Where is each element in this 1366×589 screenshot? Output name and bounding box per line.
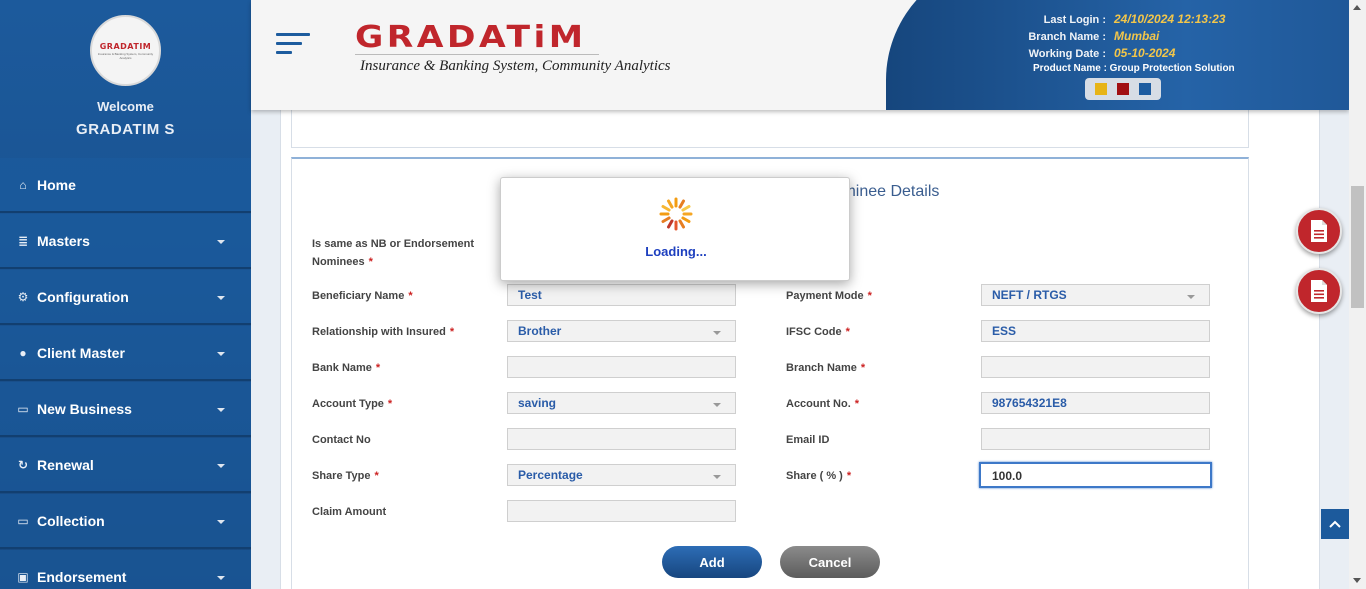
briefcase-icon: ▣ (17, 569, 29, 584)
previous-section-card (291, 110, 1249, 148)
branch-name-input[interactable] (981, 356, 1210, 378)
brand-tagline: Insurance & Banking System, Community An… (360, 58, 671, 74)
sidebar-item-label: New Business (37, 400, 132, 417)
sidebar-item-label: Masters (37, 232, 90, 249)
sidebar-item-endorsement[interactable]: ▣ Endorsement (0, 550, 251, 589)
avatar-tagline: Insurance & Banking System, Community An… (97, 51, 154, 60)
beneficiary-name-input[interactable]: Test (507, 284, 736, 306)
session-info-panel: Last Login :24/10/2024 12:13:23 Branch N… (886, 0, 1349, 110)
same-as-label-line2: Nominees * (312, 256, 373, 268)
chevron-up-icon (1329, 520, 1341, 528)
theme-blue-swatch[interactable] (1139, 83, 1151, 95)
refresh-icon: ↻ (17, 457, 29, 472)
spinner-icon (659, 197, 693, 231)
theme-switcher (1085, 78, 1161, 100)
scrollbar-thumb[interactable] (1351, 186, 1364, 308)
desktop-icon: ▭ (17, 513, 29, 528)
sidebar-item-masters[interactable]: ≣ Masters (0, 214, 251, 269)
sidebar: GRADATIM Insurance & Banking System, Com… (0, 0, 251, 589)
relationship-label: Relationship with Insured * (312, 326, 455, 338)
database-icon: ≣ (17, 233, 29, 248)
home-icon: ⌂ (19, 177, 27, 192)
document-icon[interactable] (1296, 208, 1342, 254)
account-no-label: Account No. * (786, 398, 860, 410)
top-header: GRADATiM Insurance & Banking System, Com… (251, 0, 1349, 110)
working-date-value: 05-10-2024 (1114, 46, 1176, 60)
sidebar-item-label: Configuration (37, 288, 129, 305)
loading-text: Loading... (645, 244, 707, 259)
page-scrollbar[interactable] (1349, 0, 1366, 589)
claim-amount-label: Claim Amount (312, 506, 387, 518)
brand-logo: GRADATiM (355, 20, 587, 55)
working-date-row: Working Date :05-10-2024 (1028, 46, 1176, 60)
bank-name-input[interactable] (507, 356, 736, 378)
same-as-label: Is same as NB or Endorsement (312, 238, 475, 250)
cogs-icon: ⚙ (17, 289, 29, 304)
loading-dialog: Loading... (500, 177, 850, 281)
sidebar-item-renewal[interactable]: ↻ Renewal (0, 438, 251, 493)
payment-mode-select[interactable]: NEFT / RTGS (981, 284, 1210, 306)
sidebar-item-label: Home (37, 176, 76, 193)
email-label: Email ID (786, 434, 830, 446)
contact-no-label: Contact No (312, 434, 371, 446)
sidebar-item-label: Renewal (37, 456, 94, 473)
avatar: GRADATIM Insurance & Banking System, Com… (90, 15, 161, 86)
theme-yellow-swatch[interactable] (1095, 83, 1107, 95)
user-icon: ● (19, 345, 27, 360)
caret-down-icon (217, 352, 225, 356)
welcome-text: Welcome (97, 99, 154, 114)
account-type-select[interactable]: saving (507, 392, 736, 414)
claim-amount-input[interactable] (507, 500, 736, 522)
profile-panel: GRADATIM Insurance & Banking System, Com… (0, 0, 251, 158)
sidebar-item-label: Endorsement (37, 568, 127, 585)
sidebar-item-client-master[interactable]: ● Client Master (0, 326, 251, 381)
contact-no-input[interactable] (507, 428, 736, 450)
beneficiary-name-label: Beneficiary Name * (312, 290, 413, 302)
scroll-to-top-button[interactable] (1321, 509, 1349, 539)
document-icon[interactable] (1296, 268, 1342, 314)
scroll-up-arrow[interactable] (1353, 5, 1361, 10)
sidebar-item-new-business[interactable]: ▭ New Business (0, 382, 251, 437)
avatar-brand: GRADATIM (99, 41, 152, 51)
share-pct-input[interactable]: 100.0 (979, 462, 1212, 488)
branch-value: Mumbai (1114, 29, 1160, 43)
caret-down-icon (217, 296, 225, 300)
account-no-input[interactable]: 987654321E8 (981, 392, 1210, 414)
caret-down-icon (217, 408, 225, 412)
caret-down-icon (217, 520, 225, 524)
sidebar-item-configuration[interactable]: ⚙ Configuration (0, 270, 251, 325)
caret-down-icon (217, 464, 225, 468)
sidebar-item-collection[interactable]: ▭ Collection (0, 494, 251, 549)
email-input[interactable] (981, 428, 1210, 450)
ifsc-input[interactable]: ESS (981, 320, 1210, 342)
last-login-row: Last Login :24/10/2024 12:13:23 (1043, 12, 1226, 26)
caret-down-icon (217, 576, 225, 580)
user-name: GRADATIM S (76, 121, 175, 138)
caret-down-icon (217, 240, 225, 244)
share-type-select[interactable]: Percentage (507, 464, 736, 486)
add-button[interactable]: Add (662, 546, 762, 578)
cancel-button[interactable]: Cancel (780, 546, 880, 578)
desktop-icon: ▭ (17, 401, 29, 416)
product-name: Product Name : Group Protection Solution (1033, 63, 1235, 74)
bank-name-label: Bank Name * (312, 362, 381, 374)
sidebar-item-label: Collection (37, 512, 105, 529)
account-type-label: Account Type * (312, 398, 393, 410)
share-pct-label: Share ( % ) * (786, 470, 852, 482)
last-login-value: 24/10/2024 12:13:23 (1114, 12, 1226, 26)
relationship-select[interactable]: Brother (507, 320, 736, 342)
theme-red-swatch[interactable] (1117, 83, 1129, 95)
ifsc-label: IFSC Code * (786, 326, 850, 338)
sidebar-item-home[interactable]: ⌂ Home (0, 158, 251, 213)
payment-mode-label: Payment Mode * (786, 290, 872, 302)
menu-toggle-icon[interactable] (276, 33, 310, 59)
branch-name-label: Branch Name * (786, 362, 866, 374)
logo-divider (355, 54, 599, 55)
share-type-label: Share Type * (312, 470, 379, 482)
branch-row: Branch Name : Mumbai (1028, 29, 1160, 43)
sidebar-item-label: Client Master (37, 344, 125, 361)
scroll-down-arrow[interactable] (1353, 578, 1361, 583)
